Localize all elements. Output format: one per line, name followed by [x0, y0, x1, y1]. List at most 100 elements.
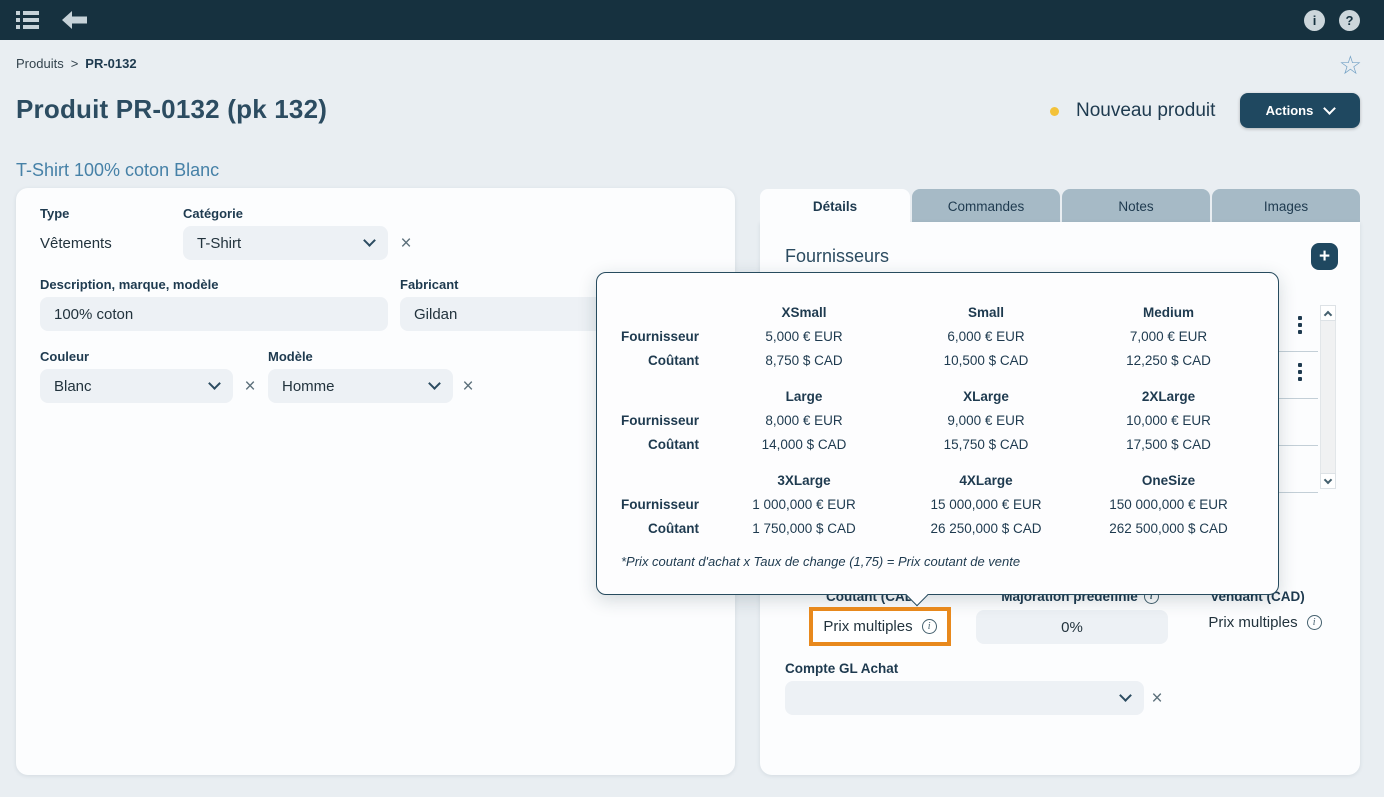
- vendant-prix-multiples[interactable]: Prix multiples i: [1185, 614, 1345, 631]
- coutant-price: 262 500,000 $ CAD: [1077, 516, 1260, 540]
- back-arrow-icon[interactable]: [62, 11, 87, 34]
- size-header: OneSize: [1077, 468, 1260, 492]
- multi-price-popover: XSmall Small Medium Fournisseur 5,000 € …: [596, 272, 1279, 595]
- scroll-up-icon[interactable]: [1320, 305, 1336, 321]
- popover-footnote: *Prix coutant d'achat x Taux de change (…: [621, 554, 1278, 569]
- coutant-price: 26 250,000 $ CAD: [895, 516, 1077, 540]
- suppliers-scrollbar[interactable]: [1320, 305, 1336, 489]
- add-supplier-button[interactable]: +: [1311, 243, 1338, 270]
- manufacturer-label: Fabricant: [400, 277, 459, 292]
- size-header: 2XLarge: [1077, 384, 1260, 408]
- coutant-price: 17,500 $ CAD: [1077, 432, 1260, 456]
- model-value: Homme: [282, 378, 335, 395]
- help-icon[interactable]: ?: [1339, 10, 1360, 31]
- actions-button[interactable]: Actions: [1240, 93, 1360, 128]
- coutant-row-label: Coûtant: [597, 516, 713, 540]
- coutant-row-label: Coûtant: [597, 348, 713, 372]
- fournisseur-price: 10,000 € EUR: [1077, 408, 1260, 432]
- size-header: Medium: [1077, 300, 1260, 324]
- category-label: Catégorie: [183, 206, 243, 221]
- coutant-price: 10,500 $ CAD: [895, 348, 1077, 372]
- menu-list-icon[interactable]: [16, 11, 40, 29]
- color-value: Blanc: [54, 378, 92, 395]
- top-bar: i ?: [0, 0, 1384, 40]
- chevron-down-icon: [208, 377, 221, 390]
- coutant-prix-multiples-highlighted[interactable]: Prix multiples i: [809, 607, 951, 646]
- fournisseur-price: 6,000 € EUR: [895, 324, 1077, 348]
- gl-account-clear-icon[interactable]: ×: [1147, 688, 1167, 708]
- favorite-star-icon[interactable]: ☆: [1339, 52, 1362, 78]
- gl-account-label: Compte GL Achat: [785, 661, 898, 676]
- model-clear-icon[interactable]: ×: [458, 376, 478, 396]
- fournisseur-price: 15 000,000 € EUR: [895, 492, 1077, 516]
- status-label: Nouveau produit: [1076, 100, 1215, 122]
- category-value: T-Shirt: [197, 235, 241, 252]
- fournisseur-price: 1 000,000 € EUR: [713, 492, 895, 516]
- tab-notes[interactable]: Notes: [1062, 189, 1210, 223]
- color-label: Couleur: [40, 349, 89, 364]
- vendant-value-text: Prix multiples: [1208, 614, 1297, 631]
- size-header: Large: [713, 384, 895, 408]
- product-page: { "colors": { "topbar": "#16313f", "acce…: [0, 0, 1384, 797]
- fournisseur-price: 7,000 € EUR: [1077, 324, 1260, 348]
- info-icon[interactable]: i: [1304, 10, 1325, 31]
- coutant-price: 1 750,000 $ CAD: [713, 516, 895, 540]
- fournisseur-price: 8,000 € EUR: [713, 408, 895, 432]
- chevron-down-icon: [1323, 102, 1336, 115]
- coutant-info-icon[interactable]: i: [922, 619, 937, 634]
- coutant-price: 12,250 $ CAD: [1077, 348, 1260, 372]
- chevron-down-icon: [1119, 689, 1132, 702]
- majoration-input[interactable]: 0%: [976, 610, 1168, 644]
- page-title: Produit PR-0132 (pk 132): [16, 94, 327, 125]
- size-header: Small: [895, 300, 1077, 324]
- actions-button-label: Actions: [1266, 103, 1314, 118]
- color-clear-icon[interactable]: ×: [240, 376, 260, 396]
- product-subtitle: T-Shirt 100% coton Blanc: [16, 160, 219, 181]
- status-badge: Nouveau produit: [1050, 100, 1215, 122]
- size-header: 3XLarge: [713, 468, 895, 492]
- breadcrumb: Produits > PR-0132: [16, 56, 137, 71]
- status-dot-icon: [1050, 107, 1059, 116]
- price-group: XSmall Small Medium Fournisseur 5,000 € …: [597, 300, 1278, 372]
- tab-commandes[interactable]: Commandes: [912, 189, 1060, 223]
- size-header: XSmall: [713, 300, 895, 324]
- fournisseur-row-label: Fournisseur: [597, 324, 713, 348]
- model-label: Modèle: [268, 349, 313, 364]
- coutant-value-text: Prix multiples: [823, 618, 912, 635]
- coutant-price: 8,750 $ CAD: [713, 348, 895, 372]
- color-select[interactable]: Blanc: [40, 369, 233, 403]
- type-label: Type: [40, 206, 69, 221]
- coutant-price: 15,750 $ CAD: [895, 432, 1077, 456]
- chevron-down-icon: [363, 234, 376, 247]
- breadcrumb-parent-link[interactable]: Produits: [16, 56, 64, 71]
- size-header: XLarge: [895, 384, 1077, 408]
- breadcrumb-current: PR-0132: [85, 56, 136, 71]
- price-group: Large XLarge 2XLarge Fournisseur 8,000 €…: [597, 384, 1278, 456]
- manufacturer-value: Gildan: [414, 306, 457, 323]
- fournisseur-row-label: Fournisseur: [597, 492, 713, 516]
- breadcrumb-separator: >: [71, 56, 79, 71]
- suppliers-heading: Fournisseurs: [785, 246, 889, 267]
- scroll-down-icon[interactable]: [1320, 473, 1336, 489]
- tab-images[interactable]: Images: [1212, 189, 1360, 223]
- fournisseur-row-label: Fournisseur: [597, 408, 713, 432]
- coutant-price: 14,000 $ CAD: [713, 432, 895, 456]
- size-header: 4XLarge: [895, 468, 1077, 492]
- kebab-menu-icon[interactable]: [1298, 316, 1302, 334]
- category-clear-icon[interactable]: ×: [396, 233, 416, 253]
- category-select[interactable]: T-Shirt: [183, 226, 388, 260]
- description-label: Description, marque, modèle: [40, 277, 218, 292]
- fournisseur-price: 9,000 € EUR: [895, 408, 1077, 432]
- kebab-menu-icon[interactable]: [1298, 363, 1302, 381]
- model-select[interactable]: Homme: [268, 369, 453, 403]
- price-group: 3XLarge 4XLarge OneSize Fournisseur 1 00…: [597, 468, 1278, 540]
- chevron-down-icon: [428, 377, 441, 390]
- fournisseur-price: 5,000 € EUR: [713, 324, 895, 348]
- tab-details[interactable]: Détails: [760, 189, 910, 223]
- gl-account-select[interactable]: [785, 681, 1144, 715]
- vendant-info-icon[interactable]: i: [1307, 615, 1322, 630]
- fournisseur-price: 150 000,000 € EUR: [1077, 492, 1260, 516]
- description-input[interactable]: 100% coton: [40, 297, 388, 331]
- coutant-row-label: Coûtant: [597, 432, 713, 456]
- type-value: Vêtements: [40, 235, 112, 252]
